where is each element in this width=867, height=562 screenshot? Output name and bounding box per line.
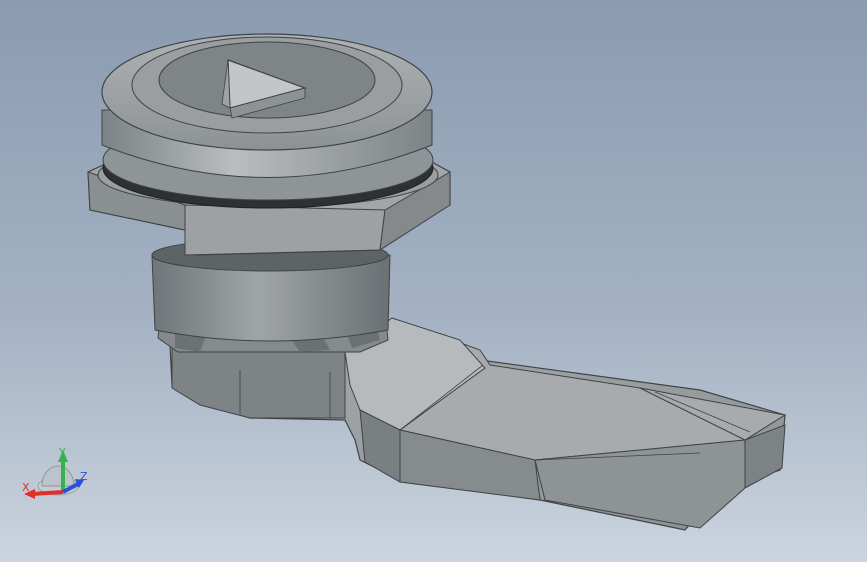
triad-sphere-icon xyxy=(41,465,75,487)
z-axis-label: Z xyxy=(80,470,88,483)
y-axis-label: Y xyxy=(58,446,66,459)
3d-viewport[interactable]: X Y Z xyxy=(0,0,867,562)
axis-triad: X Y Z xyxy=(22,446,88,499)
lock-head xyxy=(101,33,433,178)
cam-lock-model[interactable] xyxy=(0,0,867,562)
x-axis-icon xyxy=(31,490,64,496)
x-axis-label: X xyxy=(22,481,30,494)
